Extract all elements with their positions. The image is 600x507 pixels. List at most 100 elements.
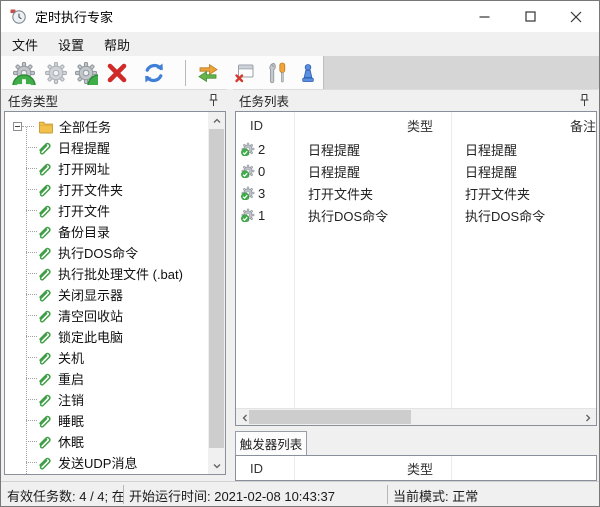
gear-check-icon [241,164,255,178]
wrench-screwdriver-icon [266,61,290,85]
minimize-button[interactable] [461,1,507,32]
paperclip-icon [37,392,53,408]
tree-item[interactable]: 睡眠 [5,410,208,431]
pin-icon[interactable] [207,93,220,108]
task-list-title: 任务列表 [239,91,289,110]
close-task-window-button[interactable] [231,60,257,86]
enable-task-button[interactable] [73,60,99,86]
menu-item[interactable]: 设置 [49,32,93,57]
task-list-table: ID类型备注 2 日程提醒 日程提醒 0 日程提醒 [235,111,597,426]
tree-item[interactable]: 执行DOS命令 [5,242,208,263]
tree-vertical-scrollbar[interactable] [208,112,225,474]
paperclip-icon [37,308,53,324]
menu-item[interactable]: 帮助 [95,32,139,57]
task-types-title: 任务类型 [8,91,58,110]
window-title: 定时执行专家 [35,7,113,26]
tree-item[interactable]: 发送UDP消息 [5,452,208,473]
tree-item[interactable]: 关机 [5,347,208,368]
swap-arrows-icon [196,61,220,85]
toolbar-separator [185,60,186,86]
tree-children: 日程提醒 打开网址 打开文件夹 [5,137,208,475]
status-bar: 有效任务数: 4 / 4; 在 开始运行时间: 2021-02-08 10:43… [1,481,599,506]
status-start-time: 开始运行时间: 2021-02-08 10:43:37 [129,486,335,505]
red-x-icon [105,61,129,85]
tree-item[interactable]: 休眠 [5,431,208,452]
delete-task-button[interactable] [104,60,130,86]
tree-item[interactable]: 清空回收站 [5,305,208,326]
paperclip-icon [37,350,53,366]
column-header[interactable]: 类型 [393,116,570,135]
column-header[interactable]: 备注 [570,116,596,135]
tab-trigger-list[interactable]: 触发器列表 [235,431,307,455]
tree-item[interactable]: 备份目录 [5,221,208,242]
about-button[interactable] [297,60,319,86]
table-row[interactable]: 0 日程提醒 日程提醒 [236,160,596,182]
column-header[interactable]: ID [236,118,393,133]
table-row[interactable]: 3 打开文件夹 打开文件夹 [236,182,596,204]
tree-item[interactable]: 打开网址 [5,158,208,179]
gear-check-icon [241,142,255,156]
status-valid-tasks: 有效任务数: 4 / 4; 在 [7,486,125,505]
status-current-mode: 当前模式: 正常 [393,486,478,505]
paperclip-icon [37,140,53,156]
menu-item[interactable]: 文件 [3,32,47,57]
tools-button[interactable] [263,60,293,86]
gear-icon [44,61,68,85]
tree-scroll-thumb[interactable] [209,129,224,448]
task-list-body: 2 日程提醒 日程提醒 0 日程提醒 日程提醒 [236,138,596,226]
gear-check-icon [241,208,255,222]
task-types-panel-header: 任务类型 [2,89,227,111]
tree-item[interactable]: 打开文件 [5,200,208,221]
app-window: 定时执行专家 文件设置帮助 [0,0,600,507]
maximize-button[interactable] [507,1,553,32]
tree-item[interactable]: 执行批处理文件 (.bat) [5,263,208,284]
scroll-up-arrow-icon[interactable] [208,112,225,129]
collapse-expander[interactable] [13,122,22,131]
tree-item[interactable]: 重启 [5,368,208,389]
column-header[interactable]: ID [236,461,393,476]
title-bar: 定时执行专家 [1,1,599,32]
close-button[interactable] [553,1,599,32]
paperclip-icon [37,245,53,261]
gear-check-icon [74,61,98,85]
paperclip-icon [37,455,53,471]
tree-item[interactable]: 打开文件夹 [5,179,208,200]
tree-item[interactable]: 关闭显示器 [5,284,208,305]
status-divider [387,485,388,504]
tree-item[interactable]: 日程提醒 [5,137,208,158]
refresh-button[interactable] [141,60,167,86]
paperclip-icon [37,371,53,387]
tree-item[interactable]: 自动截屏 [5,473,208,475]
hscroll-thumb[interactable] [249,410,411,424]
table-row[interactable]: 2 日程提醒 日程提醒 [236,138,596,160]
paperclip-icon [37,203,53,219]
tree-root-all-tasks[interactable]: 全部任务 [5,116,208,137]
swap-tasks-button[interactable] [195,60,221,86]
add-task-button[interactable] [11,60,37,86]
table-row[interactable]: 1 执行DOS命令 执行DOS命令 [236,204,596,226]
pawn-icon [297,62,319,84]
paperclip-icon [37,287,53,303]
close-icon [570,11,582,23]
column-header[interactable]: 类型 [393,459,596,478]
tree-root-label: 全部任务 [59,117,111,136]
minimize-icon [479,11,490,22]
paperclip-icon [37,413,53,429]
trigger-list-table: ID类型 [235,455,597,481]
tree-item[interactable]: 注销 [5,389,208,410]
paperclip-icon [37,266,53,282]
task-types-tree: 全部任务 日程提醒 打开网址 [4,111,226,475]
tree-item[interactable]: 锁定此电脑 [5,326,208,347]
gear-plus-icon [12,61,36,85]
edit-task-button[interactable] [43,60,69,86]
folder-icon [38,119,54,135]
paperclip-icon [37,182,53,198]
task-list-panel-header: 任务列表 [233,89,598,111]
task-list-horizontal-scrollbar[interactable] [236,408,596,425]
pin-icon[interactable] [578,93,591,108]
paperclip-icon [37,434,53,450]
maximize-icon [525,11,536,22]
scroll-right-arrow-icon[interactable] [579,409,596,426]
scroll-down-arrow-icon[interactable] [208,457,225,474]
toolbar-band [1,56,324,89]
